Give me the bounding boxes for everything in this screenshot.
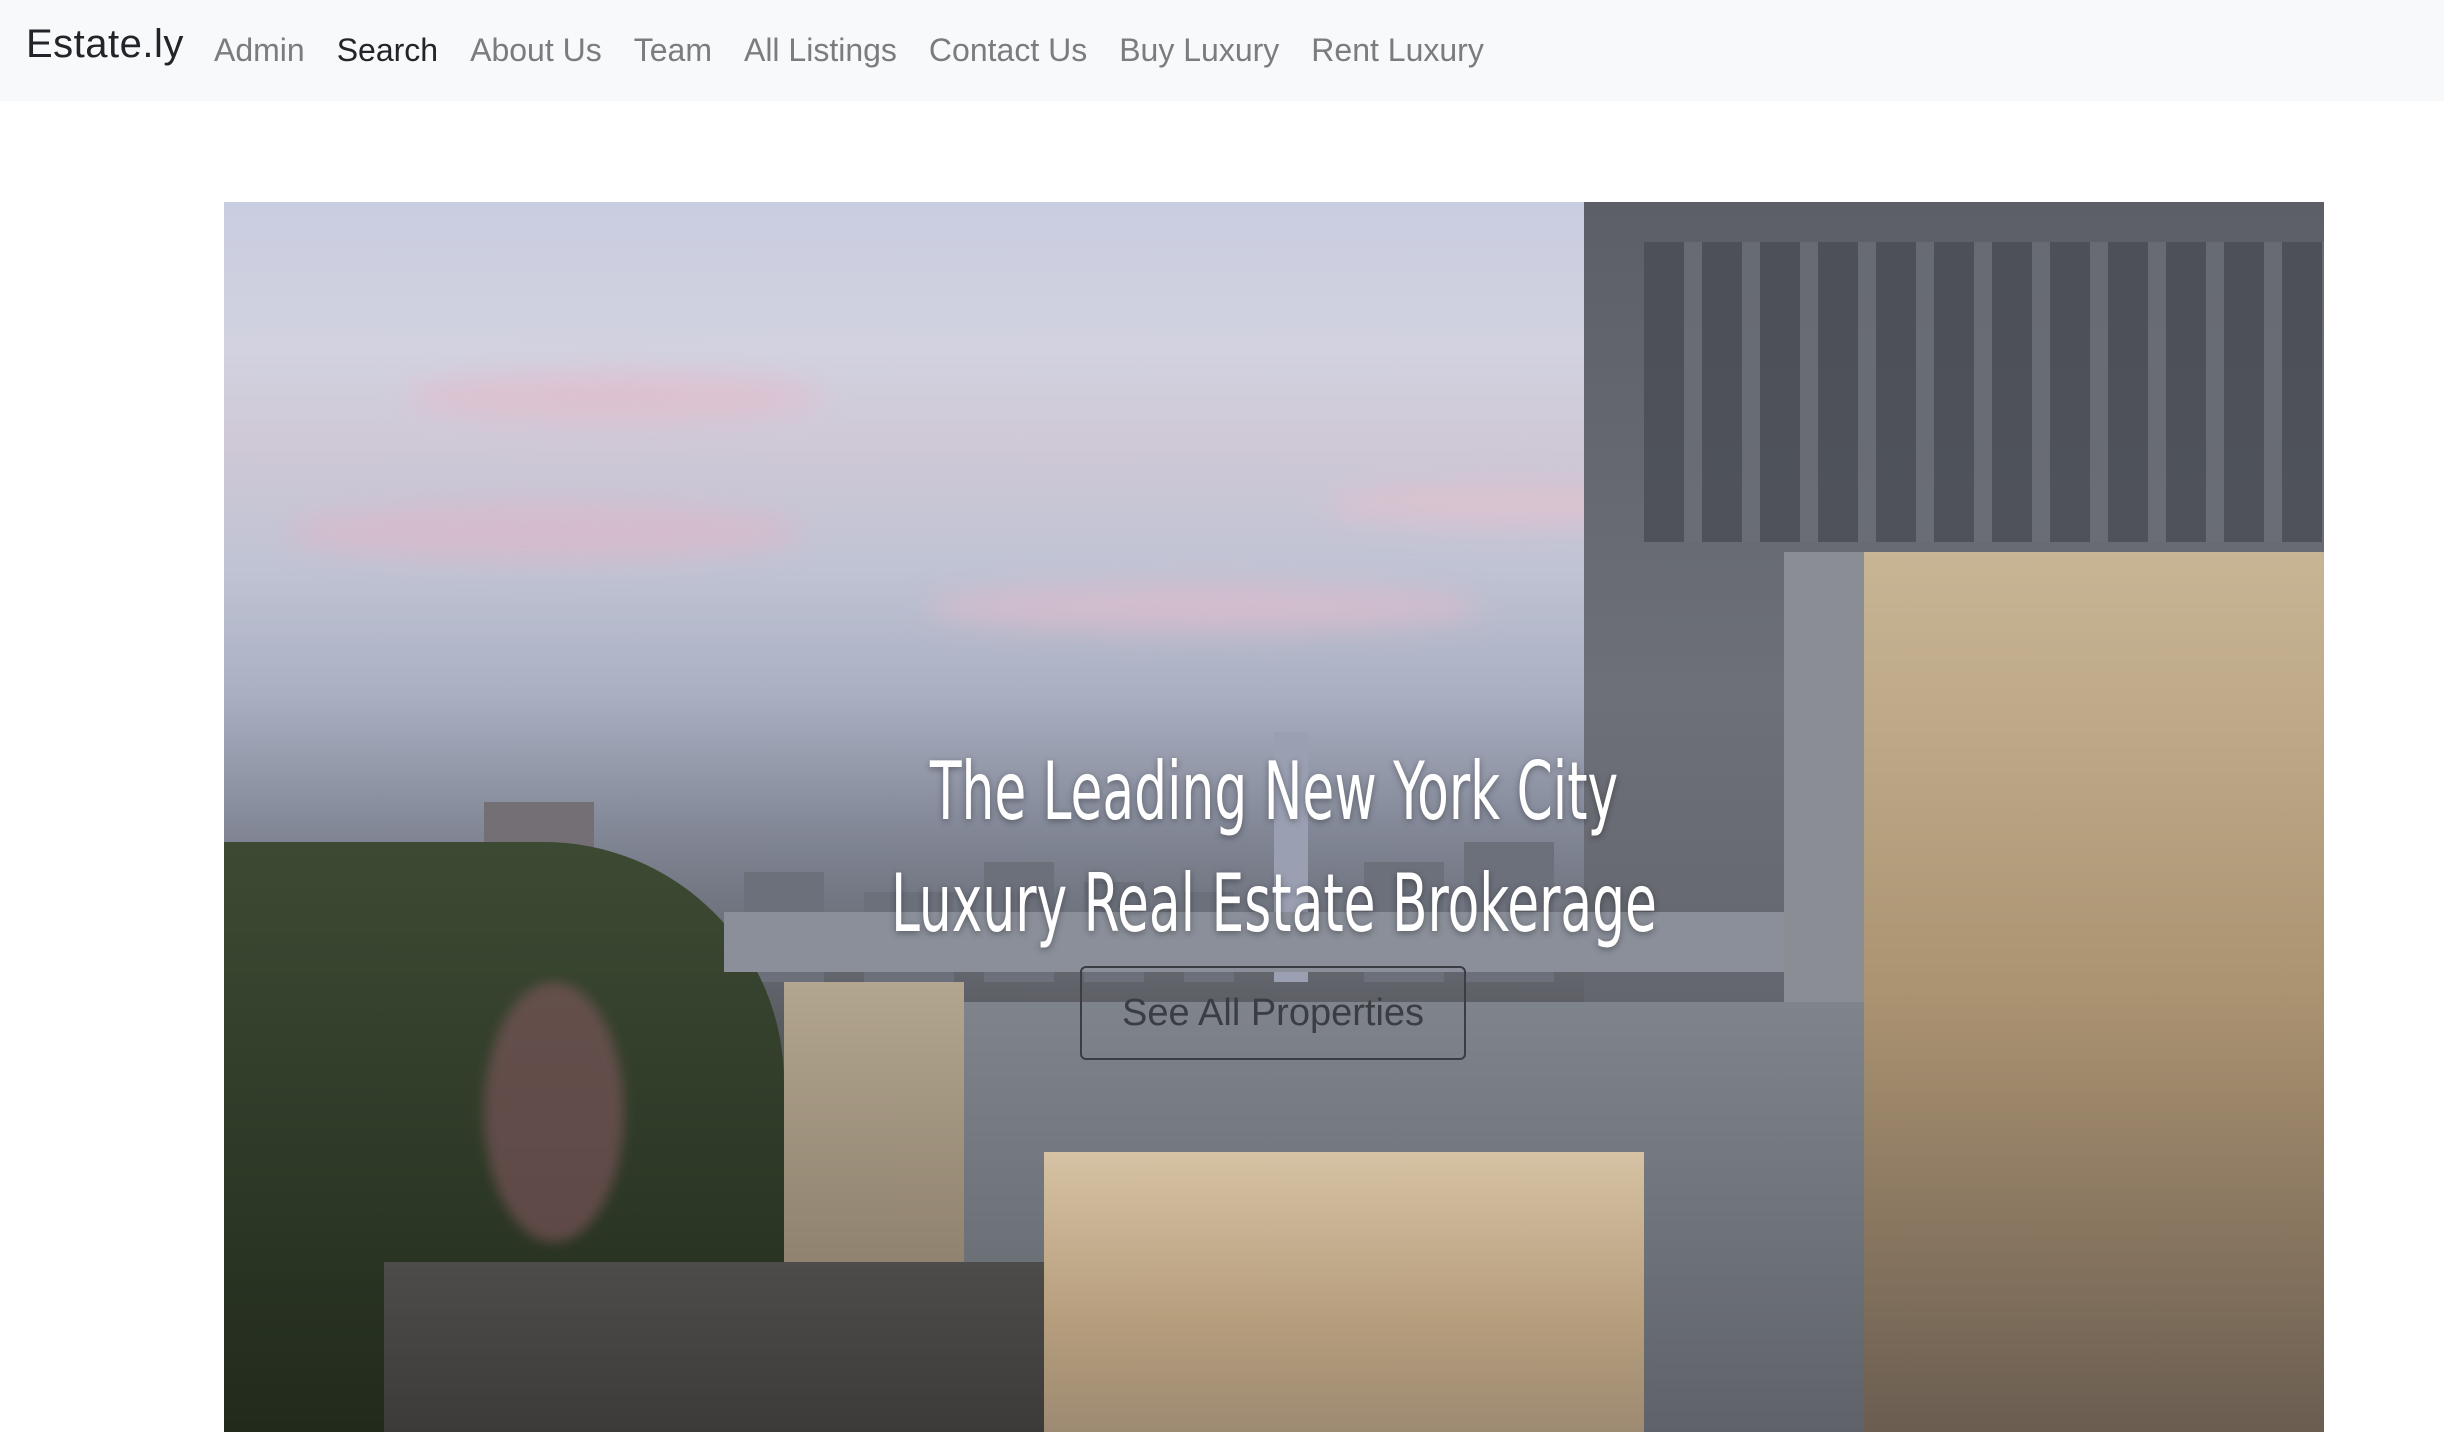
hero-title-line-2: Luxury Real Estate Brokerage — [891, 857, 1657, 950]
nav-item-rent-luxury[interactable]: Rent Luxury — [1295, 32, 1500, 69]
nav-item-contact-us[interactable]: Contact Us — [913, 32, 1103, 69]
nav-item-buy-luxury[interactable]: Buy Luxury — [1103, 32, 1295, 69]
hero-banner: The Leading New York City Luxury Real Es… — [224, 202, 2324, 1432]
nav-item-team[interactable]: Team — [618, 32, 728, 69]
nav-menu: Admin Search About Us Team All Listings … — [198, 0, 1500, 101]
nav-item-all-listings[interactable]: All Listings — [728, 32, 913, 69]
hero-title-line-1: The Leading New York City — [929, 745, 1619, 838]
nav-item-about-us[interactable]: About Us — [454, 32, 618, 69]
top-navbar: Estate.ly Admin Search About Us Team All… — [0, 0, 2444, 101]
nav-item-search[interactable]: Search — [321, 32, 454, 69]
nav-item-admin[interactable]: Admin — [198, 32, 321, 69]
see-all-properties-button[interactable]: See All Properties — [1080, 966, 1466, 1060]
brand-logo-link[interactable]: Estate.ly — [26, 22, 184, 67]
